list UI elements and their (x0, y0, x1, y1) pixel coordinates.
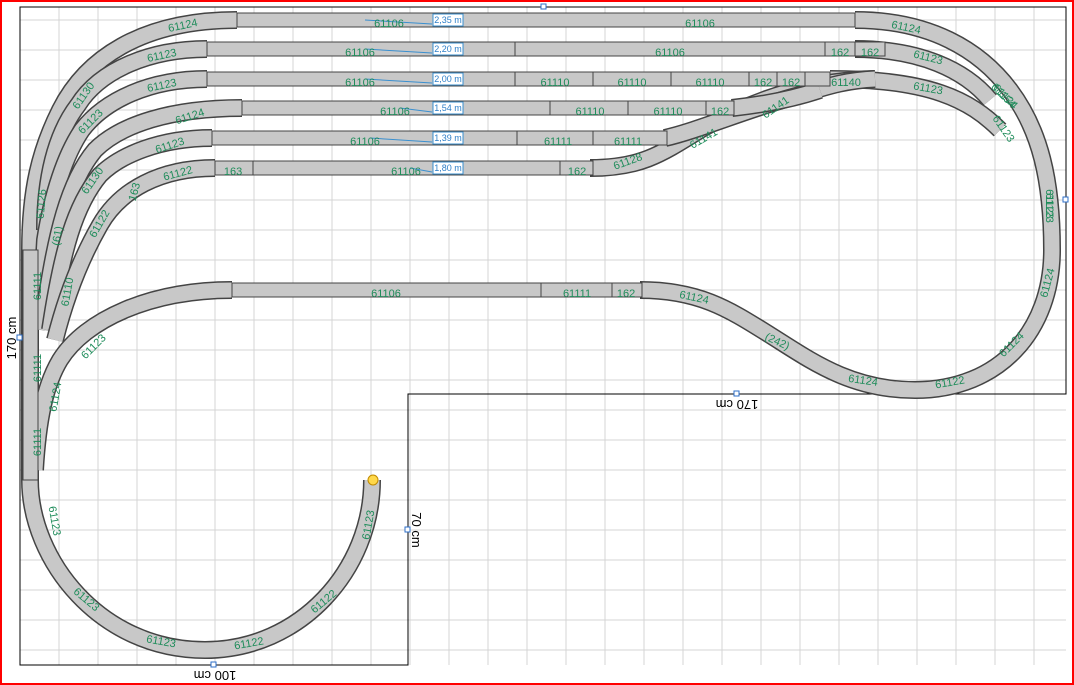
resize-handle-inner-horizontal[interactable] (733, 390, 740, 397)
length-label-group: 2,35 m 2,20 m 2,00 m 1,54 m 1,39 m 1,80 m (432, 13, 464, 175)
track-part-label: 61106 (345, 77, 375, 89)
track-part-label: 61106 (655, 47, 685, 59)
track-part-label: 61106 (345, 47, 375, 59)
resize-handle-inner-vertical[interactable] (404, 526, 411, 533)
length-label-text: 1,54 m (434, 103, 462, 113)
track-part-label: 61110 (576, 106, 605, 118)
straight-label-group: 61106 61106 61106 61106 61106 61106 61106 61106… (224, 18, 879, 300)
resize-handle-right[interactable] (1062, 196, 1069, 203)
resize-handle-bottom[interactable] (210, 661, 217, 668)
length-label-text: 1,80 m (434, 163, 462, 173)
track-part-label: 61110 (696, 77, 725, 89)
length-label-text: 1,39 m (434, 133, 462, 143)
track-part-label: 61140 (831, 77, 861, 89)
resize-handle-left[interactable] (16, 334, 23, 341)
track-part-label: 61111 (544, 136, 572, 148)
straight-track-row-3[interactable] (206, 71, 831, 87)
track-part-label: 163 (224, 166, 242, 178)
length-label-text: 2,00 m (434, 74, 462, 84)
track-part-label: 61106 (685, 18, 715, 30)
length-label-text: 2,35 m (434, 15, 462, 25)
track-part-label: 162 (568, 166, 586, 178)
track-part-label: 162 (782, 77, 800, 89)
track-part-label: 61106 (350, 136, 380, 148)
track-end-marker[interactable] (367, 474, 379, 486)
track-part-label: 61106 (371, 288, 401, 300)
track-part-label: 61110 (654, 106, 683, 118)
track-part-label: 61111 (614, 136, 642, 148)
length-label-text: 2,20 m (434, 44, 462, 54)
track-part-label: 61111 (32, 272, 44, 300)
dimension-inner-vertical: 70 cm (409, 512, 424, 547)
track-part-label: 61110 (618, 77, 647, 89)
track-part-label: 61111 (32, 428, 44, 456)
track-part-label: 61106 (374, 18, 404, 30)
resize-handle-top[interactable] (540, 3, 547, 10)
track-part-label: 162 (711, 106, 729, 118)
track-part-label: 61111 (563, 288, 591, 300)
track-part-label: 162 (617, 288, 635, 300)
track-part-label: 61106 (380, 106, 410, 118)
straight-track-row-1[interactable] (236, 12, 856, 28)
track-part-label: 61111 (32, 354, 44, 382)
dimension-bottom: 100 cm (194, 668, 237, 683)
track-part-label: 61110 (541, 77, 570, 89)
track-plan-canvas[interactable]: 2,35 m 2,20 m 2,00 m 1,54 m 1,39 m 1,80 m 611… (0, 0, 1074, 685)
track-part-label: 162 (831, 47, 849, 59)
track-part-label: 61123 (1043, 193, 1055, 223)
dimension-inner-horizontal: 170 cm (716, 397, 759, 412)
track-part-label: 61106 (391, 166, 421, 178)
track-part-label: 162 (861, 47, 879, 59)
track-part-label: 162 (754, 77, 772, 89)
straight-track-row-2[interactable] (206, 41, 886, 57)
